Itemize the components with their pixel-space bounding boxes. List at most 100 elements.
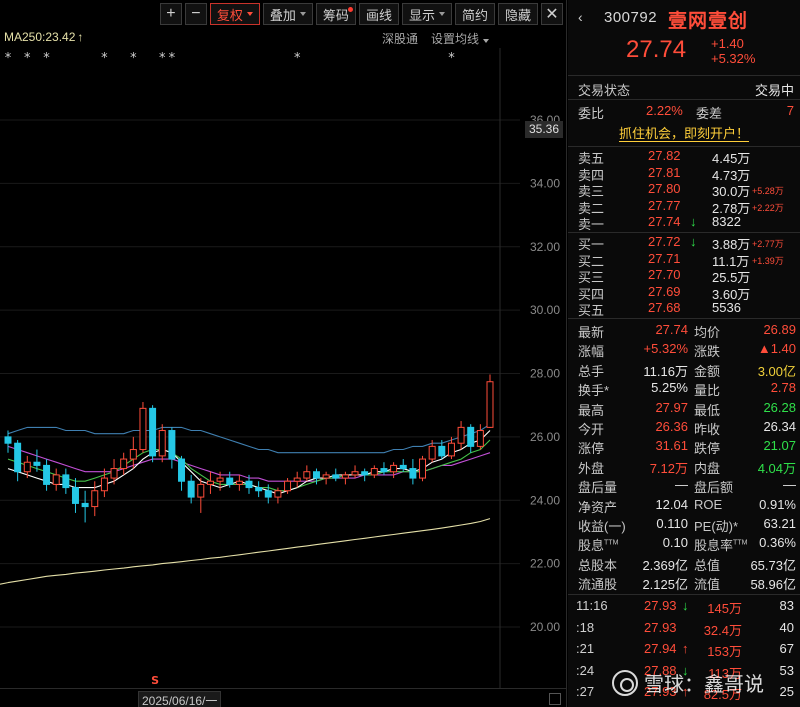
stat-label: 股息TTM xyxy=(578,538,619,554)
tick-row: :18 27.93 32.4万 40 xyxy=(568,618,800,639)
stat-value: 2.369亿 xyxy=(642,557,688,573)
candle-down xyxy=(399,464,407,470)
tick-price: 27.94 xyxy=(644,641,677,657)
level-price: 27.71 xyxy=(648,250,681,266)
ma250-line xyxy=(0,582,9,585)
tick-time: :18 xyxy=(576,619,595,635)
change-pct: +5.32% xyxy=(711,51,756,66)
candle-down xyxy=(361,471,369,476)
chip-distribution-button[interactable]: 筹码 xyxy=(315,3,356,25)
candle-up xyxy=(206,480,214,485)
divider xyxy=(568,594,800,595)
stats-row: 最新 27.74 均价 26.89 xyxy=(568,320,800,341)
chip-label: 筹码 xyxy=(322,7,349,23)
stat-value: 0.36% xyxy=(759,535,796,551)
minus-icon: − xyxy=(191,5,201,22)
stat-value: 11.16万 xyxy=(643,363,688,379)
stats-row: 净资产 12.04 ROE 0.91% xyxy=(568,495,800,516)
stat-label: 盘后额 xyxy=(694,480,734,496)
nav-back-icon[interactable]: ‹ xyxy=(578,9,583,25)
stat-label: 量比 xyxy=(694,383,721,399)
xueqiu-logo-icon xyxy=(612,669,638,696)
close-icon: ✕ xyxy=(545,6,559,23)
stat-value: 26.34 xyxy=(763,419,796,434)
zoom-in-button[interactable]: + xyxy=(159,3,182,25)
stat-value: 63.21 xyxy=(763,516,796,531)
event-star-icon: * xyxy=(43,51,50,66)
buy-level-2: 买二 27.71 11.1万 +1.39万 xyxy=(568,250,800,269)
stats-row: 盘后量 — 盘后额 — xyxy=(568,475,800,496)
stats-row: 股息TTM 0.10 股息率TTM 0.36% xyxy=(568,533,800,554)
divider xyxy=(568,146,800,147)
candle-up xyxy=(216,477,224,482)
chevron-down-icon xyxy=(299,12,306,16)
stats-row: 总手 11.16万 金额 3.00亿 xyxy=(568,359,800,380)
stat-value: 5.25% xyxy=(651,380,688,396)
scroll-handle[interactable] xyxy=(549,693,561,705)
stats-row: 总股本 2.369亿 总值 65.73亿 xyxy=(568,553,800,574)
stat-label: 昨收 xyxy=(694,422,721,437)
display-dropdown[interactable]: 显示 xyxy=(401,3,452,25)
zoom-out-button[interactable]: − xyxy=(184,3,207,25)
stat-value: 27.74 xyxy=(655,322,688,337)
level-price: 27.74 xyxy=(648,214,681,230)
candle-down xyxy=(14,442,22,473)
divider xyxy=(568,99,800,100)
stat-value: 2.125亿 xyxy=(642,577,688,593)
stats-row: 今开 26.36 昨收 26.34 xyxy=(568,417,800,438)
weicha-label: 委差 xyxy=(696,106,723,121)
stat-value: 65.73亿 xyxy=(750,557,796,573)
quote-pane: ‹ 300792 壹网壹创 27.74 +1.40 +5.32% 交易状态 交易… xyxy=(568,0,800,707)
stat-label: 今开 xyxy=(578,422,605,437)
kline-chart-pane[interactable]: + − 复权 叠加 筹码 画线 显示 简约 隐藏 ✕ MA250:23.42 ↑ … xyxy=(0,0,567,707)
ma250-label: MA250:23.42 ↑ xyxy=(4,30,83,44)
stat-value: 26.36 xyxy=(655,419,688,434)
shengutong-link[interactable]: 深股通 xyxy=(382,30,418,47)
fuquan-dropdown[interactable]: 复权 xyxy=(209,3,260,25)
stat-value: +5.32% xyxy=(643,341,688,357)
tick-price: 27.93 xyxy=(644,619,677,635)
candle-up xyxy=(322,474,330,479)
stat-label: ROE xyxy=(694,496,723,512)
candle-down xyxy=(71,487,79,504)
candle-up xyxy=(486,381,494,428)
candle-up xyxy=(91,490,99,508)
ma250-line xyxy=(7,518,491,584)
candle-down xyxy=(467,426,475,447)
hide-button[interactable]: 隐藏 xyxy=(497,3,538,25)
y-tick-label: 20.00 xyxy=(530,620,560,634)
kline-chart[interactable]: 36.0034.0032.0030.0028.0026.0024.0022.00… xyxy=(0,48,567,688)
stock-name: 壹网壹创 xyxy=(668,11,749,32)
candle-down xyxy=(226,477,234,485)
stats-row: 流通股 2.125亿 流值 58.96亿 xyxy=(568,572,800,593)
close-button[interactable]: ✕ xyxy=(541,3,563,25)
draw-line-button[interactable]: 画线 xyxy=(358,3,399,25)
stat-label: 净资产 xyxy=(578,499,618,515)
overlay-dropdown[interactable]: 叠加 xyxy=(262,3,313,25)
stat-value: 21.07 xyxy=(763,438,796,454)
candle-up xyxy=(23,461,31,473)
stat-value: 27.97 xyxy=(655,399,688,415)
stat-value: — xyxy=(783,477,796,493)
overlay-label: 叠加 xyxy=(269,7,296,23)
ma-setting-dropdown[interactable]: 设置均线 xyxy=(431,30,490,47)
stat-value: 0.110 xyxy=(656,516,688,531)
y-tick-label: 30.00 xyxy=(530,303,560,317)
promo-text[interactable]: 抓住机会，即刻开户！ xyxy=(618,126,749,142)
y-tick-label: 28.00 xyxy=(530,367,560,381)
level-price: 27.82 xyxy=(648,148,681,163)
simple-mode-button[interactable]: 简约 xyxy=(454,3,495,25)
candle-down xyxy=(4,436,12,444)
ma250-value: MA250:23.42 xyxy=(4,30,76,44)
candle-up xyxy=(158,430,166,457)
stat-value: 2.78 xyxy=(770,380,796,396)
candle-up xyxy=(293,477,301,482)
event-star-icon: * xyxy=(130,51,137,66)
candle-down xyxy=(312,471,320,479)
tick-count: 53 xyxy=(779,662,794,678)
stat-label: 跌停 xyxy=(694,441,721,457)
stat-label: PE(动)* xyxy=(694,519,739,534)
stat-label: 总手 xyxy=(578,363,605,379)
level-volume: 8322 xyxy=(712,214,741,230)
promo-banner[interactable]: 抓住机会，即刻开户！ xyxy=(568,123,800,146)
